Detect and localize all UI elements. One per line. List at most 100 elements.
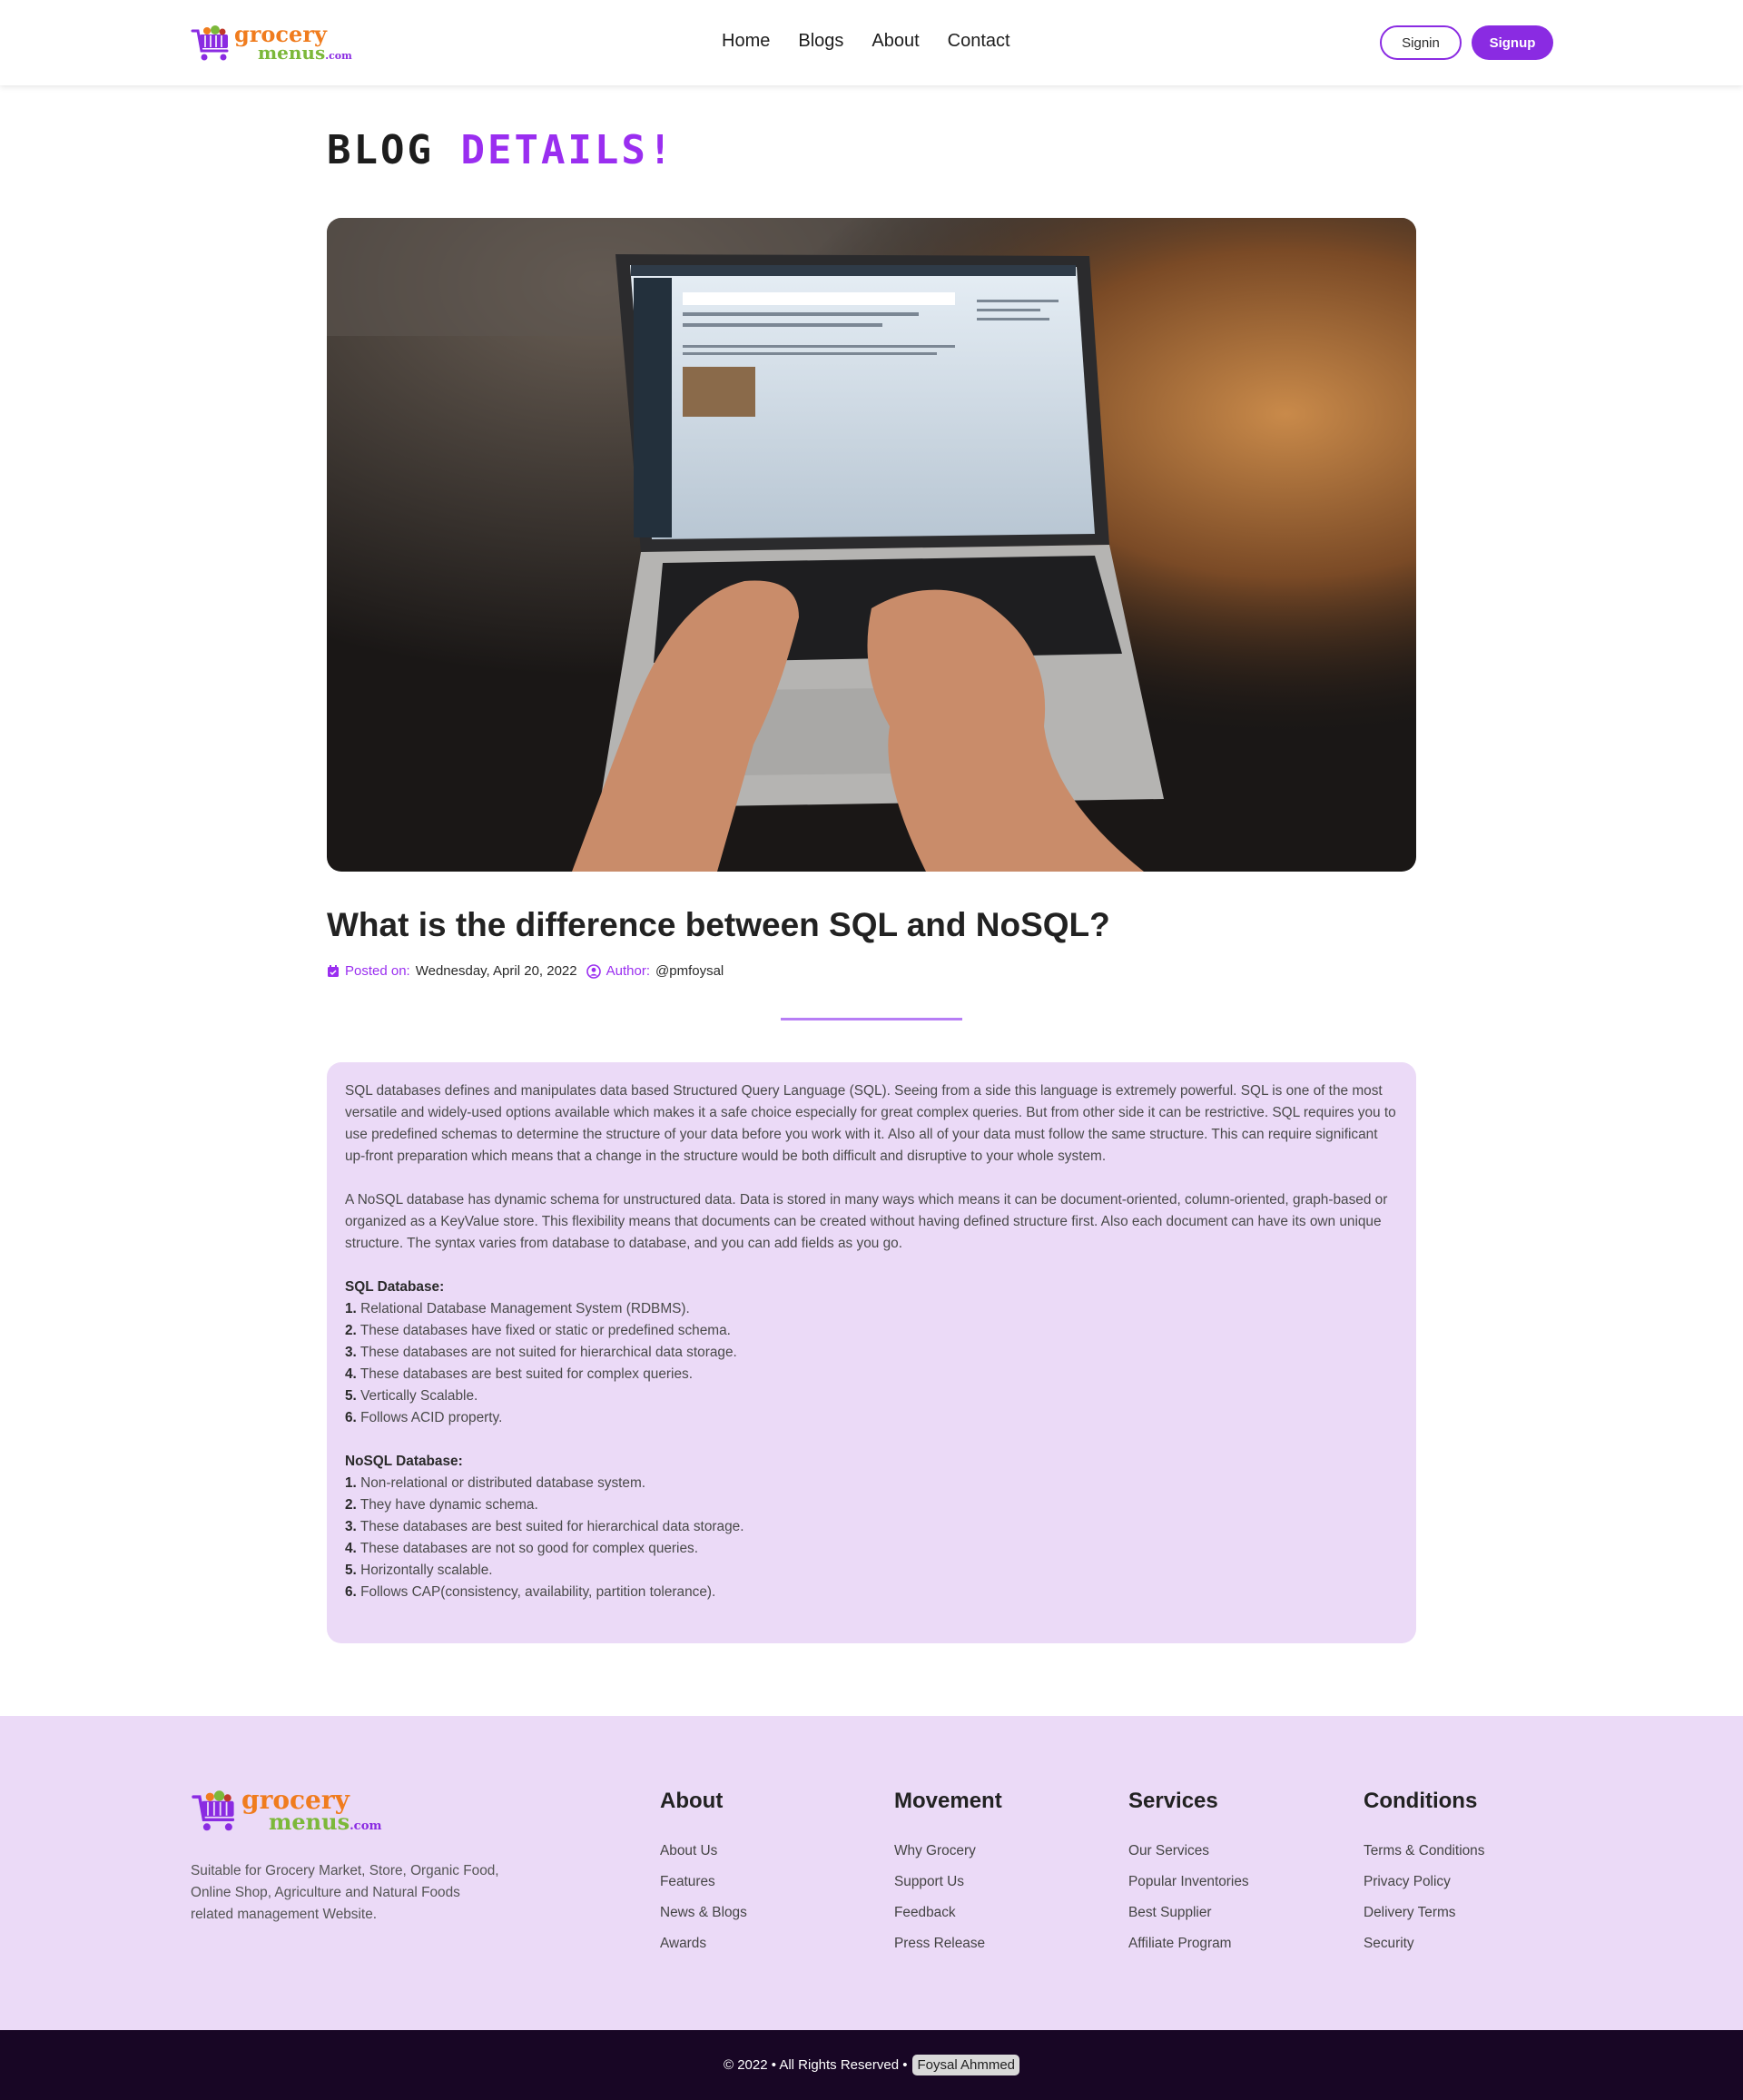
footer-column-services: Services Our Services Popular Inventorie… xyxy=(1128,1789,1249,1959)
nav-contact[interactable]: Contact xyxy=(948,31,1010,52)
main-nav: Home Blogs About Contact xyxy=(722,31,1010,52)
list-item: 2. These databases have fixed or static … xyxy=(345,1320,1398,1342)
footer-link[interactable]: Terms & Conditions xyxy=(1364,1836,1484,1867)
posted-date: Wednesday, April 20, 2022 xyxy=(415,963,577,979)
footer-column-title: Conditions xyxy=(1364,1789,1478,1813)
logo-word-menus-text: menus xyxy=(269,1808,350,1835)
footer-link[interactable]: Popular Inventories xyxy=(1128,1867,1249,1898)
list-num: 3. xyxy=(345,1345,357,1360)
list-num: 1. xyxy=(345,1301,357,1316)
list-item: 3. These databases are not suited for hi… xyxy=(345,1342,1398,1364)
footer-column-conditions: Conditions Terms & Conditions Privacy Po… xyxy=(1364,1789,1484,1959)
list-num: 4. xyxy=(345,1541,357,1556)
site-logo[interactable]: grocery menus.com xyxy=(191,24,352,62)
list-num: 3. xyxy=(345,1519,357,1534)
blog-hero-image xyxy=(327,218,1416,872)
logo-word-menus: menus.com xyxy=(258,41,352,64)
shopping-cart-icon xyxy=(191,25,229,61)
list-text: Relational Database Management System (R… xyxy=(360,1301,690,1316)
footer-link[interactable]: Awards xyxy=(660,1928,747,1959)
calendar-icon xyxy=(328,964,339,977)
post-content: SQL databases defines and manipulates da… xyxy=(327,1062,1416,1643)
list-text: Follows CAP(consistency, availability, p… xyxy=(360,1584,716,1600)
list-item: 1. Relational Database Management System… xyxy=(345,1298,1398,1320)
shopping-cart-icon xyxy=(192,1790,235,1831)
page-title-part1: Blog xyxy=(327,127,434,173)
list-num: 5. xyxy=(345,1388,357,1404)
footer-link[interactable]: Why Grocery xyxy=(894,1836,1002,1867)
list-text: These databases are best suited for comp… xyxy=(359,1366,694,1382)
laptop-photo-icon xyxy=(327,218,1416,872)
logo-word-menus-text: menus xyxy=(258,41,326,64)
page-title: Blog Details! xyxy=(327,127,675,173)
title-divider xyxy=(781,1018,962,1020)
signup-button[interactable]: Signup xyxy=(1472,25,1553,60)
list-num: 6. xyxy=(345,1584,357,1600)
nav-home[interactable]: Home xyxy=(722,31,770,52)
page-title-part2: Details! xyxy=(460,127,675,173)
nosql-list: 1. Non-relational or distributed databas… xyxy=(345,1473,1398,1603)
logo-suffix: .com xyxy=(350,1819,382,1833)
owner-badge[interactable]: Foysal Ahmmed xyxy=(912,2055,1020,2075)
list-item: 5. Horizontally scalable. xyxy=(345,1560,1398,1582)
footer-link[interactable]: Our Services xyxy=(1128,1836,1249,1867)
list-text: These databases are not so good for comp… xyxy=(359,1541,699,1556)
post-paragraph-sql: SQL databases defines and manipulates da… xyxy=(345,1083,1396,1164)
footer-link[interactable]: Best Supplier xyxy=(1128,1898,1249,1928)
post-meta: Posted on: Wednesday, April 20, 2022 Aut… xyxy=(327,963,724,979)
footer-logo[interactable]: grocery menus.com xyxy=(191,1788,382,1835)
footer-link[interactable]: Privacy Policy xyxy=(1364,1867,1484,1898)
footer-link[interactable]: Delivery Terms xyxy=(1364,1898,1484,1928)
footer-column-title: Movement xyxy=(894,1789,1002,1813)
footer-link[interactable]: Support Us xyxy=(894,1867,1002,1898)
list-text: Horizontally scalable. xyxy=(360,1563,493,1578)
list-item: 6. Follows CAP(consistency, availability… xyxy=(345,1582,1398,1603)
footer-link[interactable]: Security xyxy=(1364,1928,1484,1959)
logo-word-menus: menus.com xyxy=(269,1808,382,1835)
list-num: 6. xyxy=(345,1410,357,1425)
list-item: 2. They have dynamic schema. xyxy=(345,1494,1398,1516)
logo-suffix: .com xyxy=(325,49,352,62)
nav-blogs[interactable]: Blogs xyxy=(798,31,843,52)
user-circle-icon xyxy=(586,963,601,979)
list-text: Non-relational or distributed database s… xyxy=(360,1475,646,1491)
footer-description: Suitable for Grocery Market, Store, Orga… xyxy=(191,1863,499,1922)
footer-column-about: About About Us Features News & Blogs Awa… xyxy=(660,1789,747,1959)
list-item: 1. Non-relational or distributed databas… xyxy=(345,1473,1398,1494)
copyright-text: © 2022 • All Rights Reserved • xyxy=(723,2057,908,2073)
sql-heading: SQL Database: xyxy=(345,1279,445,1295)
footer-link[interactable]: Feedback xyxy=(894,1898,1002,1928)
footer-column-title: Services xyxy=(1128,1789,1218,1813)
list-text: These databases are not suited for hiera… xyxy=(359,1345,737,1360)
nav-about[interactable]: About xyxy=(872,31,919,52)
footer-link[interactable]: News & Blogs xyxy=(660,1898,747,1928)
copyright-bar: © 2022 • All Rights Reserved • Foysal Ah… xyxy=(0,2030,1743,2100)
sql-list: 1. Relational Database Management System… xyxy=(345,1298,1398,1429)
list-item: 4. These databases are best suited for c… xyxy=(345,1364,1398,1385)
author-name[interactable]: @pmfoysal xyxy=(655,963,724,979)
list-item: 6. Follows ACID property. xyxy=(345,1407,1398,1429)
list-item: 5. Vertically Scalable. xyxy=(345,1385,1398,1407)
footer-column-title: About xyxy=(660,1789,724,1813)
site-footer: grocery menus.com Suitable for Grocery M… xyxy=(0,1716,1743,2030)
list-text: Vertically Scalable. xyxy=(360,1388,478,1404)
site-header: grocery menus.com Home Blogs About Conta… xyxy=(0,0,1743,85)
footer-column-movement: Movement Why Grocery Support Us Feedback… xyxy=(894,1789,1002,1959)
signin-button[interactable]: Signin xyxy=(1380,25,1462,60)
footer-link[interactable]: Features xyxy=(660,1867,747,1898)
footer-link[interactable]: Press Release xyxy=(894,1928,1002,1959)
logo-wordmark: grocery menus.com xyxy=(241,1788,382,1835)
list-text: These databases have fixed or static or … xyxy=(359,1323,731,1338)
logo-wordmark: grocery menus.com xyxy=(234,24,352,64)
footer-link[interactable]: Affiliate Program xyxy=(1128,1928,1249,1959)
list-item: 3. These databases are best suited for h… xyxy=(345,1516,1398,1538)
list-text: Follows ACID property. xyxy=(360,1410,503,1425)
list-item: 4. These databases are not so good for c… xyxy=(345,1538,1398,1560)
list-num: 1. xyxy=(345,1475,357,1491)
list-text: They have dynamic schema. xyxy=(359,1497,538,1513)
list-num: 4. xyxy=(345,1366,357,1382)
list-text: These databases are best suited for hier… xyxy=(359,1519,744,1534)
posted-on-label: Posted on: xyxy=(345,963,410,979)
footer-link[interactable]: About Us xyxy=(660,1836,747,1867)
nosql-heading: NoSQL Database: xyxy=(345,1454,463,1469)
